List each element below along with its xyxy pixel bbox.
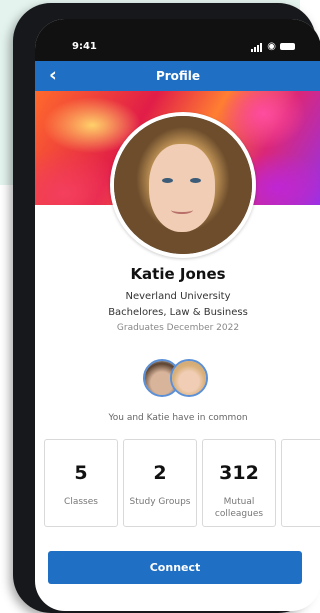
mutual-friends-avatars[interactable] (143, 359, 223, 399)
page-title: Profile (155, 69, 201, 83)
common-caption: You and Katie have in common (108, 413, 248, 423)
phone-frame: 9:41 ◉ ‹ Profile Katie Jones Neverland U… (13, 3, 320, 613)
stat-value: 5 (74, 462, 88, 484)
profile-avatar (110, 112, 256, 258)
connect-button[interactable]: Connect (48, 551, 302, 584)
stat-card-mutual-colleagues[interactable]: 312 Mutual colleagues (202, 439, 276, 527)
stat-card-study-groups[interactable]: 2 Study Groups (123, 439, 197, 527)
profile-graduation: Graduates December 2022 (116, 323, 240, 333)
profile-degree: Bachelores, Law & Business (108, 307, 248, 318)
status-bar: 9:41 ◉ (35, 19, 320, 61)
battery-icon (280, 43, 295, 50)
stat-label: Study Groups (129, 497, 191, 507)
stat-value: 312 (219, 462, 259, 484)
stat-value: 2 (153, 462, 167, 484)
profile-school: Neverland University (125, 291, 231, 302)
wifi-icon: ◉ (267, 40, 276, 52)
status-icons: ◉ (251, 41, 295, 52)
mutual-friend-avatar[interactable] (170, 359, 208, 397)
stats-row: 5 Classes 2 Study Groups 312 Mutual coll… (44, 439, 320, 529)
stat-card-overflow[interactable] (281, 439, 320, 527)
signal-icon (251, 41, 263, 52)
profile-name: Katie Jones (130, 265, 226, 283)
nav-bar: ‹ Profile (35, 61, 320, 91)
phone-screen: 9:41 ◉ ‹ Profile Katie Jones Neverland U… (35, 19, 320, 611)
stat-card-classes[interactable]: 5 Classes (44, 439, 118, 527)
stat-label: Classes (64, 497, 98, 507)
stat-label: Mutual colleagues (214, 497, 264, 519)
status-time: 9:41 (72, 41, 97, 52)
